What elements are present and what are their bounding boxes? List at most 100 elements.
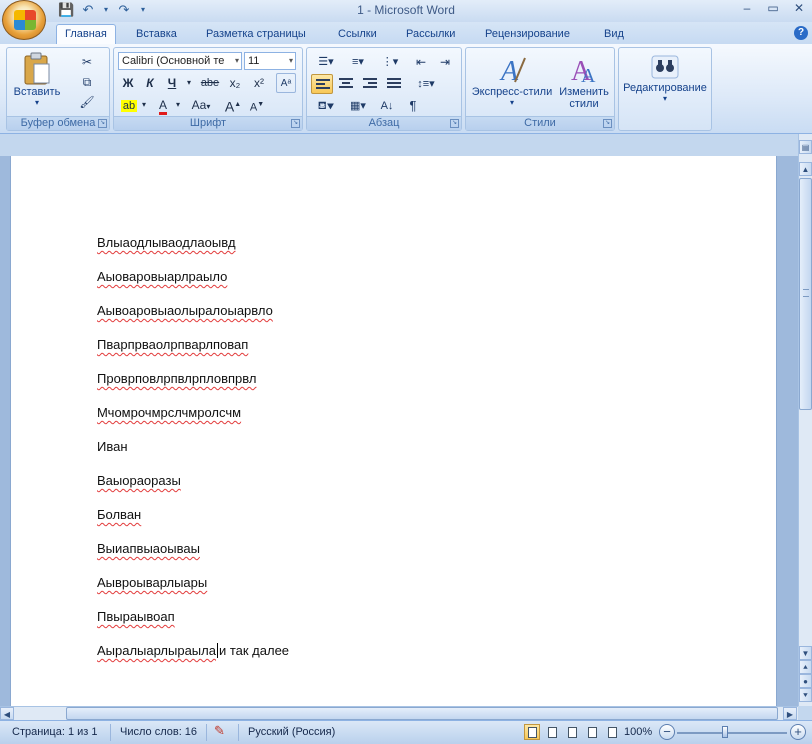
document-line[interactable]: Иван: [97, 439, 128, 454]
borders-icon[interactable]: ▦▾: [343, 96, 373, 116]
align-left-button[interactable]: [311, 74, 333, 94]
styles-launcher-icon[interactable]: ↘: [603, 119, 612, 128]
document-line[interactable]: Пвыраывоап: [97, 609, 175, 624]
italic-button[interactable]: К: [140, 73, 160, 93]
document-line[interactable]: Пварпрваолрпварлповап: [97, 337, 248, 352]
font-color-button[interactable]: A: [152, 95, 174, 115]
document-line[interactable]: Ваыораоразы: [97, 473, 181, 488]
horizontal-scroll-thumb[interactable]: [66, 707, 778, 720]
tab-insert[interactable]: Вставка: [128, 25, 185, 44]
change-styles-button[interactable]: A A Изменить стили: [556, 52, 612, 110]
document-line[interactable]: Аывроыварлыары: [97, 575, 207, 590]
vertical-scrollbar[interactable]: ▤ ▲ ▼ ⯅ ● ⯆: [798, 134, 812, 706]
draft-view-button[interactable]: [604, 724, 620, 740]
zoom-in-icon[interactable]: +: [790, 724, 806, 740]
word-count[interactable]: Число слов: 16: [120, 726, 197, 738]
underline-dropdown-icon[interactable]: ▾: [184, 73, 194, 93]
font-size-field[interactable]: 11 ▾: [244, 52, 296, 70]
scroll-right-icon[interactable]: ▶: [783, 707, 797, 720]
highlight-button[interactable]: ab: [118, 95, 140, 115]
paste-button[interactable]: Вставить ▾: [13, 52, 61, 107]
font-name-field[interactable]: Calibri (Основной те ▾: [118, 52, 242, 70]
line-spacing-icon[interactable]: ↕≡▾: [411, 74, 441, 94]
horizontal-scrollbar[interactable]: ◀ ▶: [0, 706, 798, 720]
underline-button[interactable]: Ч: [162, 73, 182, 93]
help-icon[interactable]: ?: [794, 26, 808, 40]
svg-text:A: A: [581, 65, 596, 86]
tab-review[interactable]: Рецензирование: [477, 25, 578, 44]
change-case-button[interactable]: Aa▾: [186, 95, 216, 115]
zoom-level[interactable]: 100%: [624, 726, 652, 738]
tab-home[interactable]: Главная: [56, 24, 116, 45]
web-layout-button[interactable]: [564, 724, 580, 740]
proofing-icon[interactable]: ✎: [214, 723, 225, 739]
previous-page-icon[interactable]: ⯅: [799, 660, 812, 674]
font-color-dropdown-icon[interactable]: ▾: [174, 95, 182, 115]
browse-object-icon[interactable]: ●: [799, 674, 812, 688]
zoom-out-icon[interactable]: −: [659, 724, 675, 740]
vertical-scroll-thumb[interactable]: [799, 178, 812, 410]
format-painter-icon[interactable]: 🖌: [77, 92, 97, 112]
numbering-icon[interactable]: ≡▾: [343, 52, 373, 72]
full-screen-reading-button[interactable]: [544, 724, 560, 740]
scroll-up-icon[interactable]: ▲: [799, 162, 812, 176]
tab-references[interactable]: Ссылки: [330, 25, 385, 44]
document-line[interactable]: Аыоваровыарлраыло: [97, 269, 227, 284]
show-formatting-button[interactable]: ¶: [403, 96, 423, 116]
document-line-misspelled[interactable]: Аыралыарлыраыла: [97, 643, 216, 658]
tab-page-layout[interactable]: Разметка страницы: [198, 25, 314, 44]
align-right-button[interactable]: [359, 74, 381, 94]
font-launcher-icon[interactable]: ↘: [291, 119, 300, 128]
document-line-rest[interactable]: и так далее: [219, 643, 289, 658]
language-indicator[interactable]: Русский (Россия): [248, 726, 335, 738]
multilevel-list-icon[interactable]: ⋮▾: [375, 52, 405, 72]
grow-font-button[interactable]: A▲: [222, 95, 244, 115]
copy-icon[interactable]: ⧉: [77, 72, 97, 92]
office-button[interactable]: [2, 0, 46, 40]
scroll-left-icon[interactable]: ◀: [0, 707, 14, 720]
minimize-button[interactable]: –: [734, 0, 760, 18]
editing-button[interactable]: Редактирование ▾: [621, 52, 709, 103]
zoom-slider-track[interactable]: [677, 732, 787, 734]
justify-button[interactable]: [383, 74, 405, 94]
clipboard-icon: [24, 52, 50, 85]
cut-icon[interactable]: ✂: [77, 52, 97, 72]
highlight-dropdown-icon[interactable]: ▾: [140, 95, 148, 115]
clipboard-launcher-icon[interactable]: ↘: [98, 119, 107, 128]
document-line[interactable]: Влыаодлываодлаоывд: [97, 235, 236, 250]
strikethrough-button[interactable]: abe: [198, 73, 222, 93]
bold-button[interactable]: Ж: [118, 73, 138, 93]
document-page[interactable]: Влыаодлываодлаоывд Аыоваровыарлраыло Аыв…: [10, 156, 777, 706]
document-line[interactable]: Проврповлрпвлрпловпрвл: [97, 371, 256, 386]
paragraph-launcher-icon[interactable]: ↘: [450, 119, 459, 128]
document-line[interactable]: Аывоаровыаолыралоыарвло: [97, 303, 273, 318]
close-button[interactable]: ✕: [786, 0, 812, 18]
quick-styles-button[interactable]: A Экспресс-стили ▾: [468, 52, 556, 107]
align-center-button[interactable]: [335, 74, 357, 94]
clear-formatting-icon[interactable]: Aᵃ: [276, 73, 296, 93]
next-page-icon[interactable]: ⯆: [799, 688, 812, 702]
document-line[interactable]: Выиапвыаоываы: [97, 541, 200, 556]
shading-icon[interactable]: ⛾▾: [311, 96, 341, 116]
subscript-button[interactable]: x₂: [224, 73, 246, 93]
zoom-slider-thumb[interactable]: [722, 726, 728, 738]
sort-icon[interactable]: A↓: [377, 96, 397, 116]
superscript-button[interactable]: x²: [248, 73, 270, 93]
print-layout-view-button[interactable]: [524, 724, 540, 740]
document-last-line[interactable]: Аыралыарлыраыла и так далее: [97, 643, 289, 659]
document-line[interactable]: Болван: [97, 507, 141, 522]
decrease-indent-icon[interactable]: ⇤: [411, 52, 431, 72]
increase-indent-icon[interactable]: ⇥: [435, 52, 455, 72]
tab-view[interactable]: Вид: [596, 25, 632, 44]
maximize-button[interactable]: ▭: [760, 0, 786, 18]
tab-mailings[interactable]: Рассылки: [398, 25, 463, 44]
window-title: 1 - Microsoft Word: [357, 3, 455, 17]
align-left-icon: [316, 79, 330, 91]
document-line[interactable]: Мчомрочмрслчмролсчм: [97, 405, 241, 420]
ruler-toggle-icon[interactable]: ▤: [799, 140, 812, 154]
bullets-icon[interactable]: ☰▾: [311, 52, 341, 72]
shrink-font-button[interactable]: A▼: [246, 95, 268, 115]
scroll-down-icon[interactable]: ▼: [799, 646, 812, 660]
page-indicator[interactable]: Страница: 1 из 1: [12, 726, 98, 738]
outline-view-button[interactable]: [584, 724, 600, 740]
